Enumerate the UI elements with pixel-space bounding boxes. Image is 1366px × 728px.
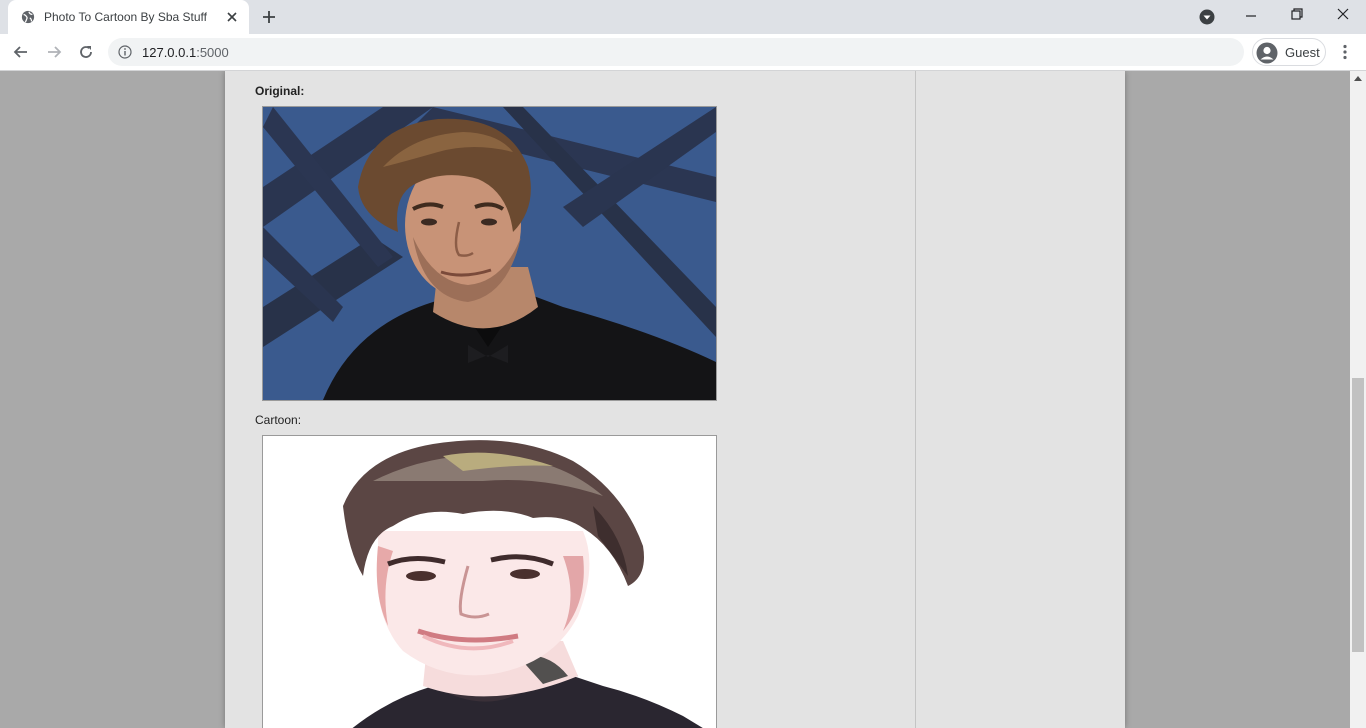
cartoon-label: Cartoon: xyxy=(255,413,302,427)
restore-icon[interactable] xyxy=(1289,6,1305,22)
info-icon[interactable] xyxy=(118,45,132,59)
globe-icon xyxy=(21,10,35,24)
tab-strip: Photo To Cartoon By Sba Stuff xyxy=(0,0,1366,34)
vertical-scrollbar[interactable] xyxy=(1350,71,1366,728)
profile-label: Guest xyxy=(1285,45,1320,60)
original-photo xyxy=(262,106,717,401)
close-icon[interactable] xyxy=(225,10,239,24)
window-close-icon[interactable] xyxy=(1335,6,1351,22)
minimize-icon[interactable] xyxy=(1243,8,1259,24)
sidebar-divider xyxy=(915,71,916,728)
browser-tab[interactable]: Photo To Cartoon By Sba Stuff xyxy=(8,0,249,34)
address-bar[interactable]: 127.0.0.1:5000 xyxy=(108,38,1244,66)
arrow-left-icon[interactable] xyxy=(12,43,30,61)
user-avatar-icon xyxy=(1256,42,1278,64)
plus-icon[interactable] xyxy=(261,9,277,25)
url-port: :5000 xyxy=(196,45,229,60)
cartoon-image xyxy=(262,435,717,728)
profile-button[interactable]: Guest xyxy=(1252,38,1326,66)
browser-toolbar: 127.0.0.1:5000 Guest xyxy=(0,34,1366,71)
original-label: Original: xyxy=(255,84,305,98)
url-host: 127.0.0.1 xyxy=(142,45,197,60)
page-viewport: Original: Cartoon: xyxy=(0,71,1350,728)
tab-search-icon[interactable] xyxy=(1199,9,1215,25)
content-panel: Original: Cartoon: xyxy=(225,71,1125,728)
arrow-right-icon[interactable] xyxy=(45,43,63,61)
tab-title: Photo To Cartoon By Sba Stuff xyxy=(44,10,207,24)
more-vert-icon[interactable] xyxy=(1336,43,1354,61)
scrollbar-thumb[interactable] xyxy=(1352,378,1364,652)
reload-icon[interactable] xyxy=(77,43,95,61)
url-text: 127.0.0.1:5000 xyxy=(142,45,229,60)
scroll-up-arrow-icon[interactable] xyxy=(1354,75,1362,83)
